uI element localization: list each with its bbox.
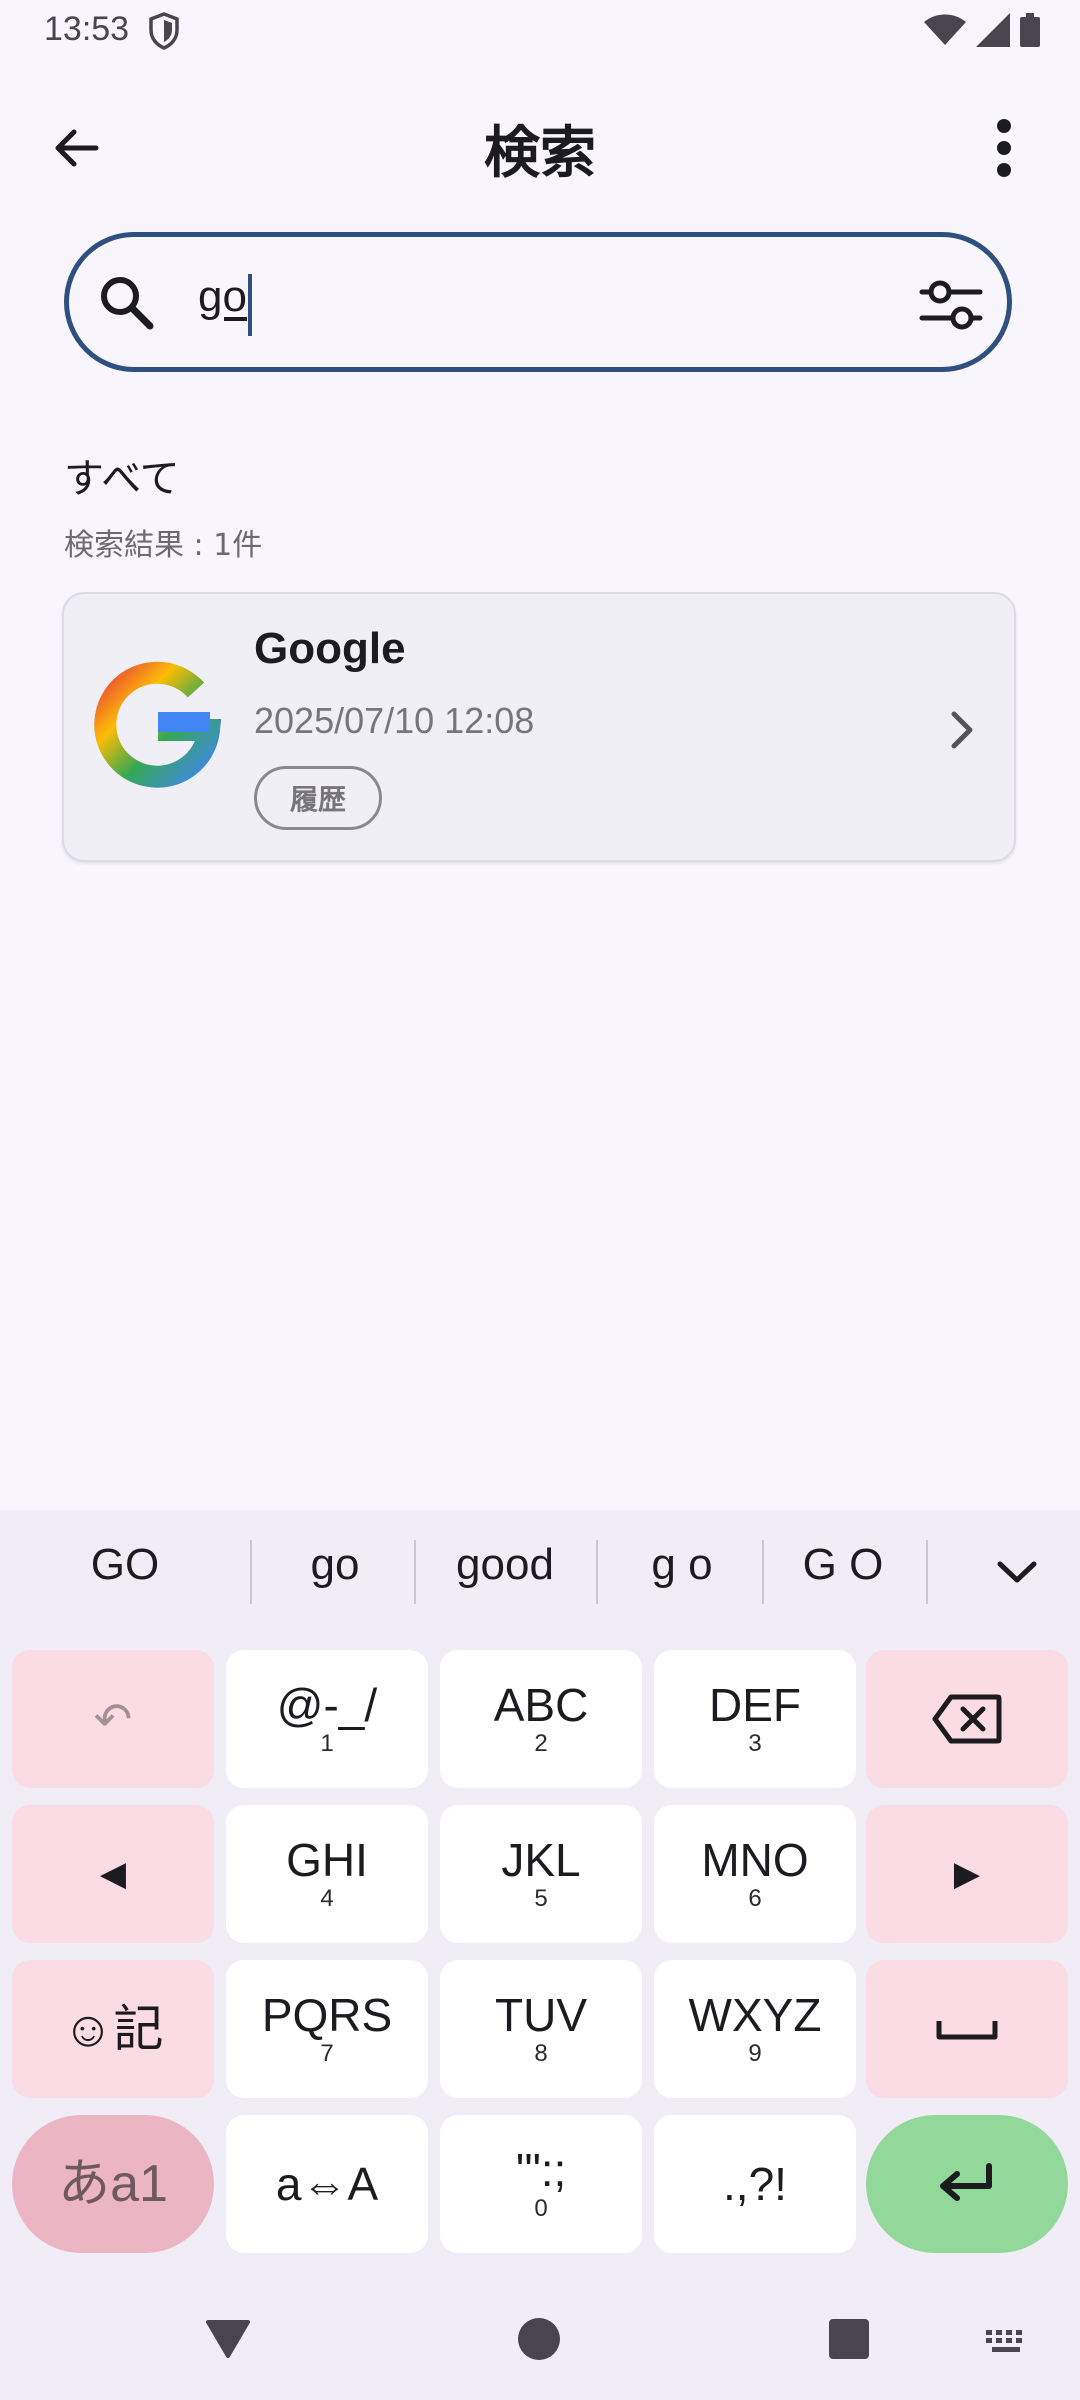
status-icons xyxy=(924,12,1040,48)
space-icon xyxy=(936,2021,998,2040)
enter-icon xyxy=(940,2163,992,2201)
expand-suggestions-icon[interactable] xyxy=(994,1556,1040,1588)
signal-icon xyxy=(976,13,1010,47)
nav-back-icon[interactable] xyxy=(204,2318,252,2358)
suggestion-2[interactable]: good xyxy=(430,1540,580,1590)
key-abc-2[interactable]: ABC 2 xyxy=(440,1650,642,1788)
nav-home-icon[interactable] xyxy=(516,2316,562,2362)
result-tag: 履歴 xyxy=(254,766,382,830)
suggestion-divider xyxy=(762,1540,764,1604)
keyboard xyxy=(0,1510,1080,2400)
case-toggle-key[interactable]: a⇔A xyxy=(226,2115,428,2253)
battery-icon xyxy=(1020,13,1040,47)
search-input-value[interactable]: go xyxy=(198,272,247,322)
key-symbols-1[interactable]: @-_/ 1 xyxy=(226,1650,428,1788)
key-tuv-8[interactable]: TUV 8 xyxy=(440,1960,642,2098)
input-mode-key[interactable]: あa1 xyxy=(12,2115,214,2253)
arrow-left-icon: ◀ xyxy=(99,1855,127,1893)
undo-key[interactable]: ↶ xyxy=(12,1650,214,1788)
google-logo-icon xyxy=(94,661,222,788)
result-datetime: 2025/07/10 12:08 xyxy=(254,700,535,741)
suggestion-divider xyxy=(926,1540,928,1604)
emoji-icon: ☺記 xyxy=(62,2001,164,2057)
backspace-icon xyxy=(932,1694,1002,1744)
enter-key[interactable] xyxy=(866,2115,1068,2253)
key-punct-0[interactable]: '":; 0 xyxy=(440,2115,642,2253)
result-title: Google xyxy=(254,624,406,673)
more-options-button[interactable] xyxy=(968,112,1040,184)
search-icon xyxy=(101,277,154,330)
arrow-right-icon: ▶ xyxy=(953,1855,981,1893)
suggestion-divider xyxy=(596,1540,598,1604)
result-count: 検索結果 : 1件 xyxy=(64,528,263,563)
key-punct-period[interactable]: .,?! xyxy=(654,2115,856,2253)
key-def-3[interactable]: DEF 3 xyxy=(654,1650,856,1788)
cursor-right-key[interactable]: ▶ xyxy=(866,1805,1068,1943)
key-mno-6[interactable]: MNO 6 xyxy=(654,1805,856,1943)
more-vert-icon xyxy=(997,119,1011,177)
key-wxyz-9[interactable]: WXYZ 9 xyxy=(654,1960,856,2098)
space-key[interactable] xyxy=(866,1960,1068,2098)
key-ghi-4[interactable]: GHI 4 xyxy=(226,1805,428,1943)
navigation-bar xyxy=(0,2290,1080,2400)
key-jkl-5[interactable]: JKL 5 xyxy=(440,1805,642,1943)
keyboard-switch-icon[interactable] xyxy=(984,2328,1030,2354)
section-title: すべて xyxy=(64,456,180,502)
nav-recents-icon[interactable] xyxy=(828,2318,870,2360)
undo-icon: ↶ xyxy=(93,1693,133,1745)
filter-icon[interactable] xyxy=(916,270,986,340)
cursor-left-key[interactable]: ◀ xyxy=(12,1805,214,1943)
suggestion-3[interactable]: g o xyxy=(612,1540,752,1590)
suggestion-4[interactable]: G O xyxy=(778,1540,908,1590)
suggestion-divider xyxy=(250,1540,252,1604)
status-time: 13:53 xyxy=(44,10,130,48)
key-pqrs-7[interactable]: PQRS 7 xyxy=(226,1960,428,2098)
suggestion-0[interactable]: GO xyxy=(60,1540,190,1590)
wifi-icon xyxy=(924,14,966,45)
text-cursor xyxy=(248,274,252,336)
shield-icon xyxy=(149,12,179,50)
page-title: 検索 xyxy=(484,121,596,186)
backspace-key[interactable] xyxy=(866,1650,1068,1788)
suggestion-1[interactable]: go xyxy=(270,1540,400,1590)
emoji-symbol-key[interactable]: ☺記 xyxy=(12,1960,214,2098)
chevron-right-icon xyxy=(951,711,973,749)
suggestion-divider xyxy=(414,1540,416,1604)
